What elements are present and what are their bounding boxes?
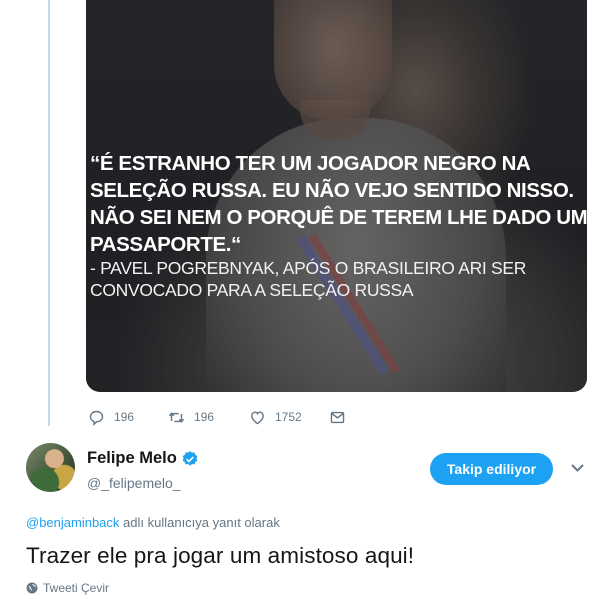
following-button[interactable]: Takip ediliyor: [430, 453, 553, 485]
chevron-down-icon[interactable]: [570, 462, 585, 474]
retweet-button[interactable]: 196: [168, 409, 249, 426]
image-quote-text: “É ESTRANHO TER UM JOGADOR NEGRO NA SELE…: [90, 150, 587, 258]
author-avatar[interactable]: [26, 443, 75, 492]
reply-context-text: adlı kullanıcıya yanıt olarak: [119, 515, 280, 530]
reply-count: 196: [114, 410, 135, 424]
quote-line: NÃO SEI NEM O PORQUÊ DE TEREM LHE DADO U…: [90, 206, 587, 229]
attribution-line: CONVOCADO PARA A SELEÇÃO RUSSA: [90, 280, 414, 300]
translate-label[interactable]: Tweeti Çevir: [43, 581, 109, 595]
author-handle[interactable]: @_felipemelo_: [87, 475, 181, 491]
translate-tweet-link[interactable]: Tweeti Çevir: [26, 581, 109, 595]
dm-icon: [330, 411, 345, 423]
globe-icon: [26, 582, 38, 594]
image-quote-attribution: - PAVEL POGREBNYAK, APÓS O BRASILEIRO AR…: [90, 257, 585, 301]
reply-mention-link[interactable]: @benjaminback: [26, 515, 119, 530]
tweet-text: Trazer ele pra jogar um amistoso aqui!: [26, 543, 415, 568]
reply-icon: [89, 410, 104, 426]
author-name[interactable]: Felipe Melo: [87, 449, 177, 468]
like-count: 1752: [275, 410, 302, 424]
replying-to-line: @benjaminback adlı kullanıcıya yanıt ola…: [26, 515, 280, 530]
author-name-row[interactable]: Felipe Melo: [87, 449, 199, 468]
tweet-action-bar: 196 196 1752: [88, 406, 346, 428]
retweet-icon: [168, 412, 185, 422]
like-button[interactable]: 1752: [249, 409, 329, 426]
direct-message-button[interactable]: [329, 409, 346, 426]
tweet-media-image[interactable]: “É ESTRANHO TER UM JOGADOR NEGRO NA SELE…: [86, 0, 587, 392]
like-icon: [251, 410, 264, 424]
quote-line: PASSAPORTE.“: [90, 233, 241, 256]
quote-line: SELEÇÃO RUSSA. EU NÃO VEJO SENTIDO NISSO…: [90, 179, 574, 202]
retweet-count: 196: [194, 410, 215, 424]
verified-badge-icon: [182, 450, 198, 466]
reply-button[interactable]: 196: [88, 409, 168, 426]
attribution-line: - PAVEL POGREBNYAK, APÓS O BRASILEIRO AR…: [90, 258, 527, 278]
thread-connector-line: [48, 0, 50, 426]
quote-line: “É ESTRANHO TER UM JOGADOR NEGRO NA: [90, 152, 531, 175]
